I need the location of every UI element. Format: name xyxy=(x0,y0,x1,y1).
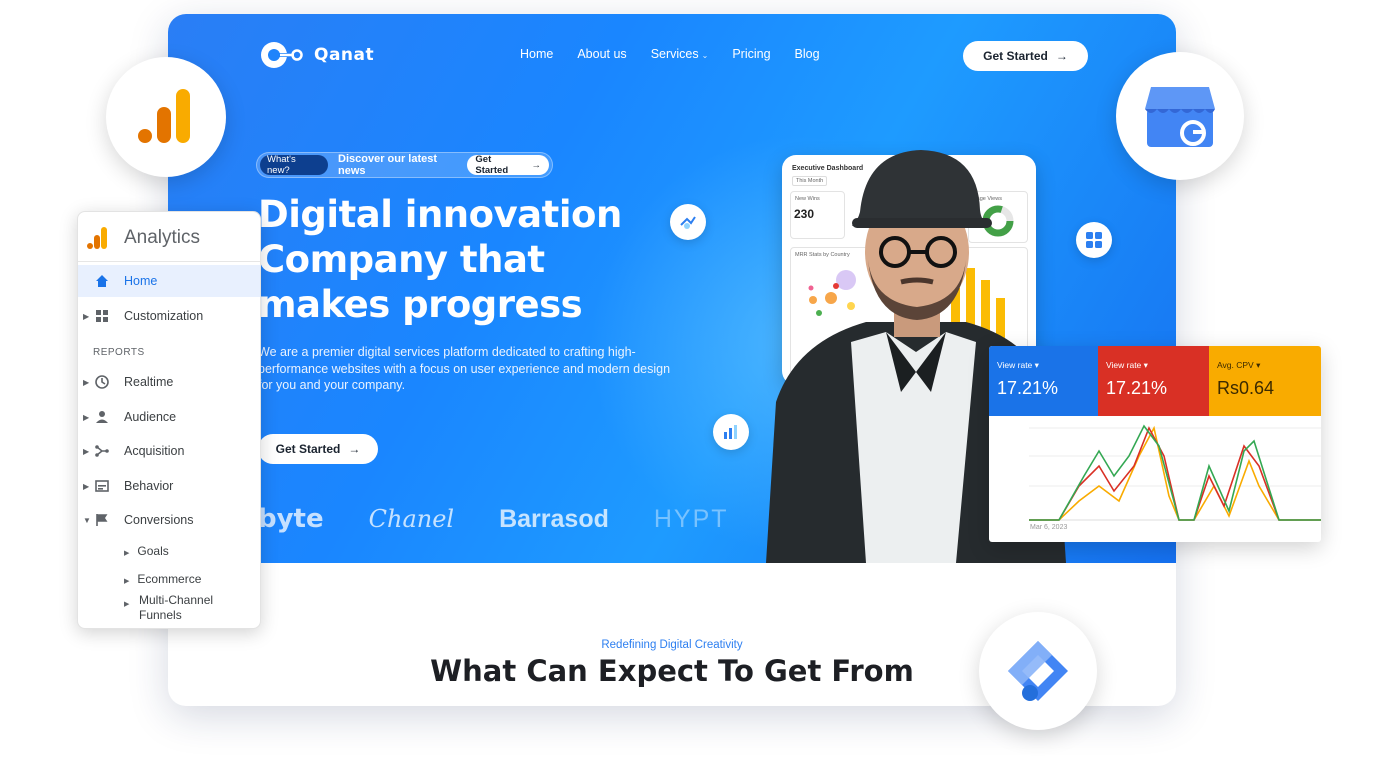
nav-home[interactable]: Home xyxy=(520,47,553,61)
person-icon xyxy=(94,409,110,425)
chevron-right-icon: ▶ xyxy=(83,412,90,422)
google-tag-manager-icon xyxy=(1008,641,1068,701)
chevron-right-icon: ▶ xyxy=(124,550,130,557)
google-business-icon xyxy=(1145,87,1215,147)
merge-icon xyxy=(94,443,110,459)
chevron-right-icon: ▶ xyxy=(124,601,130,608)
stat-label: View rate ▾ xyxy=(997,360,1039,370)
sidebar-subitem-ecommerce[interactable]: ▶ Ecommerce xyxy=(124,572,201,586)
google-analytics-icon xyxy=(138,89,190,143)
sidebar-item-label: Audience xyxy=(124,410,177,424)
nav-pricing[interactable]: Pricing xyxy=(732,47,770,61)
flag-icon xyxy=(94,512,110,528)
chevron-down-icon: ▼ xyxy=(83,515,91,525)
sidebar-subitem-label: Ecommerce xyxy=(137,572,202,586)
reports-section-label: REPORTS xyxy=(93,347,145,358)
google-tag-manager-badge xyxy=(979,612,1097,730)
chevron-right-icon: ▶ xyxy=(83,311,90,321)
sidebar-item-behavior[interactable]: ▶ Behavior xyxy=(78,470,260,502)
google-analytics-badge xyxy=(106,57,226,177)
chevron-right-icon: ▶ xyxy=(83,481,90,491)
sidebar-item-label: Home xyxy=(124,274,158,288)
stat-card-avg-cpv[interactable]: Avg. CPV ▾ Rs0.64 xyxy=(1209,346,1321,416)
stat-value: Rs0.64 xyxy=(1217,378,1275,398)
qanat-logo-icon xyxy=(260,40,304,70)
stat-label-text: Avg. CPV xyxy=(1217,360,1254,370)
stat-label-text: View rate xyxy=(1106,360,1142,370)
chevron-right-icon: ▶ xyxy=(83,377,90,387)
sidebar-item-home[interactable]: Home xyxy=(78,265,260,297)
stat-value: 17.21% xyxy=(997,378,1059,398)
sidebar-item-label: Realtime xyxy=(124,375,174,389)
sidebar-item-label: Acquisition xyxy=(124,444,185,458)
sidebar-item-conversions[interactable]: ▼ Conversions xyxy=(78,504,260,536)
stats-line-chart xyxy=(1029,424,1321,521)
hero-headline: Digital innovation Company that makes pr… xyxy=(258,193,622,326)
main-nav: Home About us Services ⌄ Pricing Blog xyxy=(520,47,820,61)
brand-logo-barrasod: Barrasod xyxy=(499,504,609,533)
analytics-icon xyxy=(713,414,749,450)
nav-blog[interactable]: Blog xyxy=(795,47,820,61)
google-business-badge xyxy=(1116,52,1244,180)
sidebar-item-acquisition[interactable]: ▶ Acquisition xyxy=(78,435,260,467)
sidebar-subitem-label: Goals xyxy=(137,544,169,558)
clock-icon xyxy=(94,374,110,390)
google-analytics-icon xyxy=(87,227,107,249)
window-icon xyxy=(94,478,110,494)
calculator-icon xyxy=(1076,222,1112,258)
arrow-right-icon: → xyxy=(348,442,361,456)
hero-cta-label: Get Started xyxy=(275,442,341,456)
nav-services[interactable]: Services ⌄ xyxy=(651,47,709,61)
brand-logo-hypt: HYPT xyxy=(653,504,729,533)
stat-value: 17.21% xyxy=(1106,378,1168,398)
sidebar-item-label: Conversions xyxy=(124,513,194,527)
hero-description: We are a premier digital services platfo… xyxy=(258,345,671,392)
stat-label: View rate ▾ xyxy=(1106,360,1148,370)
sidebar-item-customization[interactable]: ▶ Customization xyxy=(78,300,260,332)
pill-cta-label: Get Started xyxy=(475,154,509,176)
chevron-right-icon: ▶ xyxy=(83,446,90,456)
marketing-icon xyxy=(670,204,706,240)
chevron-down-icon: ⌄ xyxy=(701,51,709,60)
brand-logo-byte: byte xyxy=(258,504,324,534)
sidebar-item-audience[interactable]: ▶ Audience xyxy=(78,401,260,433)
arrow-right-icon: → xyxy=(531,159,542,171)
sidebar-subitem-multi-channel[interactable]: ▶ Multi-Channel Funnels xyxy=(124,593,244,623)
arrow-right-icon: → xyxy=(1055,49,1068,63)
news-pill: What's new? Discover our latest news Get… xyxy=(256,152,553,178)
stat-label-text: View rate xyxy=(997,360,1033,370)
sidebar-item-label: Customization xyxy=(124,309,204,323)
brand-logo[interactable]: Qanat xyxy=(260,40,374,70)
chart-date-label: Mar 6, 2023 xyxy=(1030,524,1068,531)
stat-card-view-rate-red[interactable]: View rate ▾ 17.21% xyxy=(1098,346,1209,416)
nav-about[interactable]: About us xyxy=(577,47,626,61)
header-get-started-button[interactable]: Get Started → xyxy=(963,41,1088,71)
nav-services-label: Services xyxy=(650,47,699,61)
stat-card-view-rate-blue[interactable]: View rate ▾ 17.21% xyxy=(989,346,1098,416)
sidebar-subitem-label: Multi-Channel Funnels xyxy=(139,593,214,622)
home-icon xyxy=(94,273,110,289)
sidebar-item-realtime[interactable]: ▶ Realtime xyxy=(78,366,260,398)
youtube-stats-card: View rate ▾ 17.21% View rate ▾ 17.21% Av… xyxy=(989,346,1321,542)
sidebar-item-label: Behavior xyxy=(124,479,174,493)
sidebar-subitem-goals[interactable]: ▶ Goals xyxy=(124,544,169,558)
dashboard-icon xyxy=(94,308,110,324)
header-cta-label: Get Started xyxy=(983,49,1048,63)
brand-logo-chanel: Chanel xyxy=(368,505,455,533)
chevron-right-icon: ▶ xyxy=(124,578,130,585)
client-logos: byte Chanel Barrasod HYPT xyxy=(258,504,729,534)
news-text: Discover our latest news xyxy=(338,153,438,177)
analytics-sidebar: Analytics Home ▶ Customization REPORTS ▶… xyxy=(77,211,261,629)
brand-name: Qanat xyxy=(314,45,375,65)
pill-get-started-button[interactable]: Get Started → xyxy=(467,154,549,176)
hero-get-started-button[interactable]: Get Started → xyxy=(258,434,378,464)
analytics-sidebar-header: Analytics xyxy=(78,212,260,262)
analytics-title: Analytics xyxy=(124,227,201,248)
stat-label: Avg. CPV ▾ xyxy=(1217,360,1261,370)
whats-new-badge: What's new? xyxy=(260,154,328,176)
